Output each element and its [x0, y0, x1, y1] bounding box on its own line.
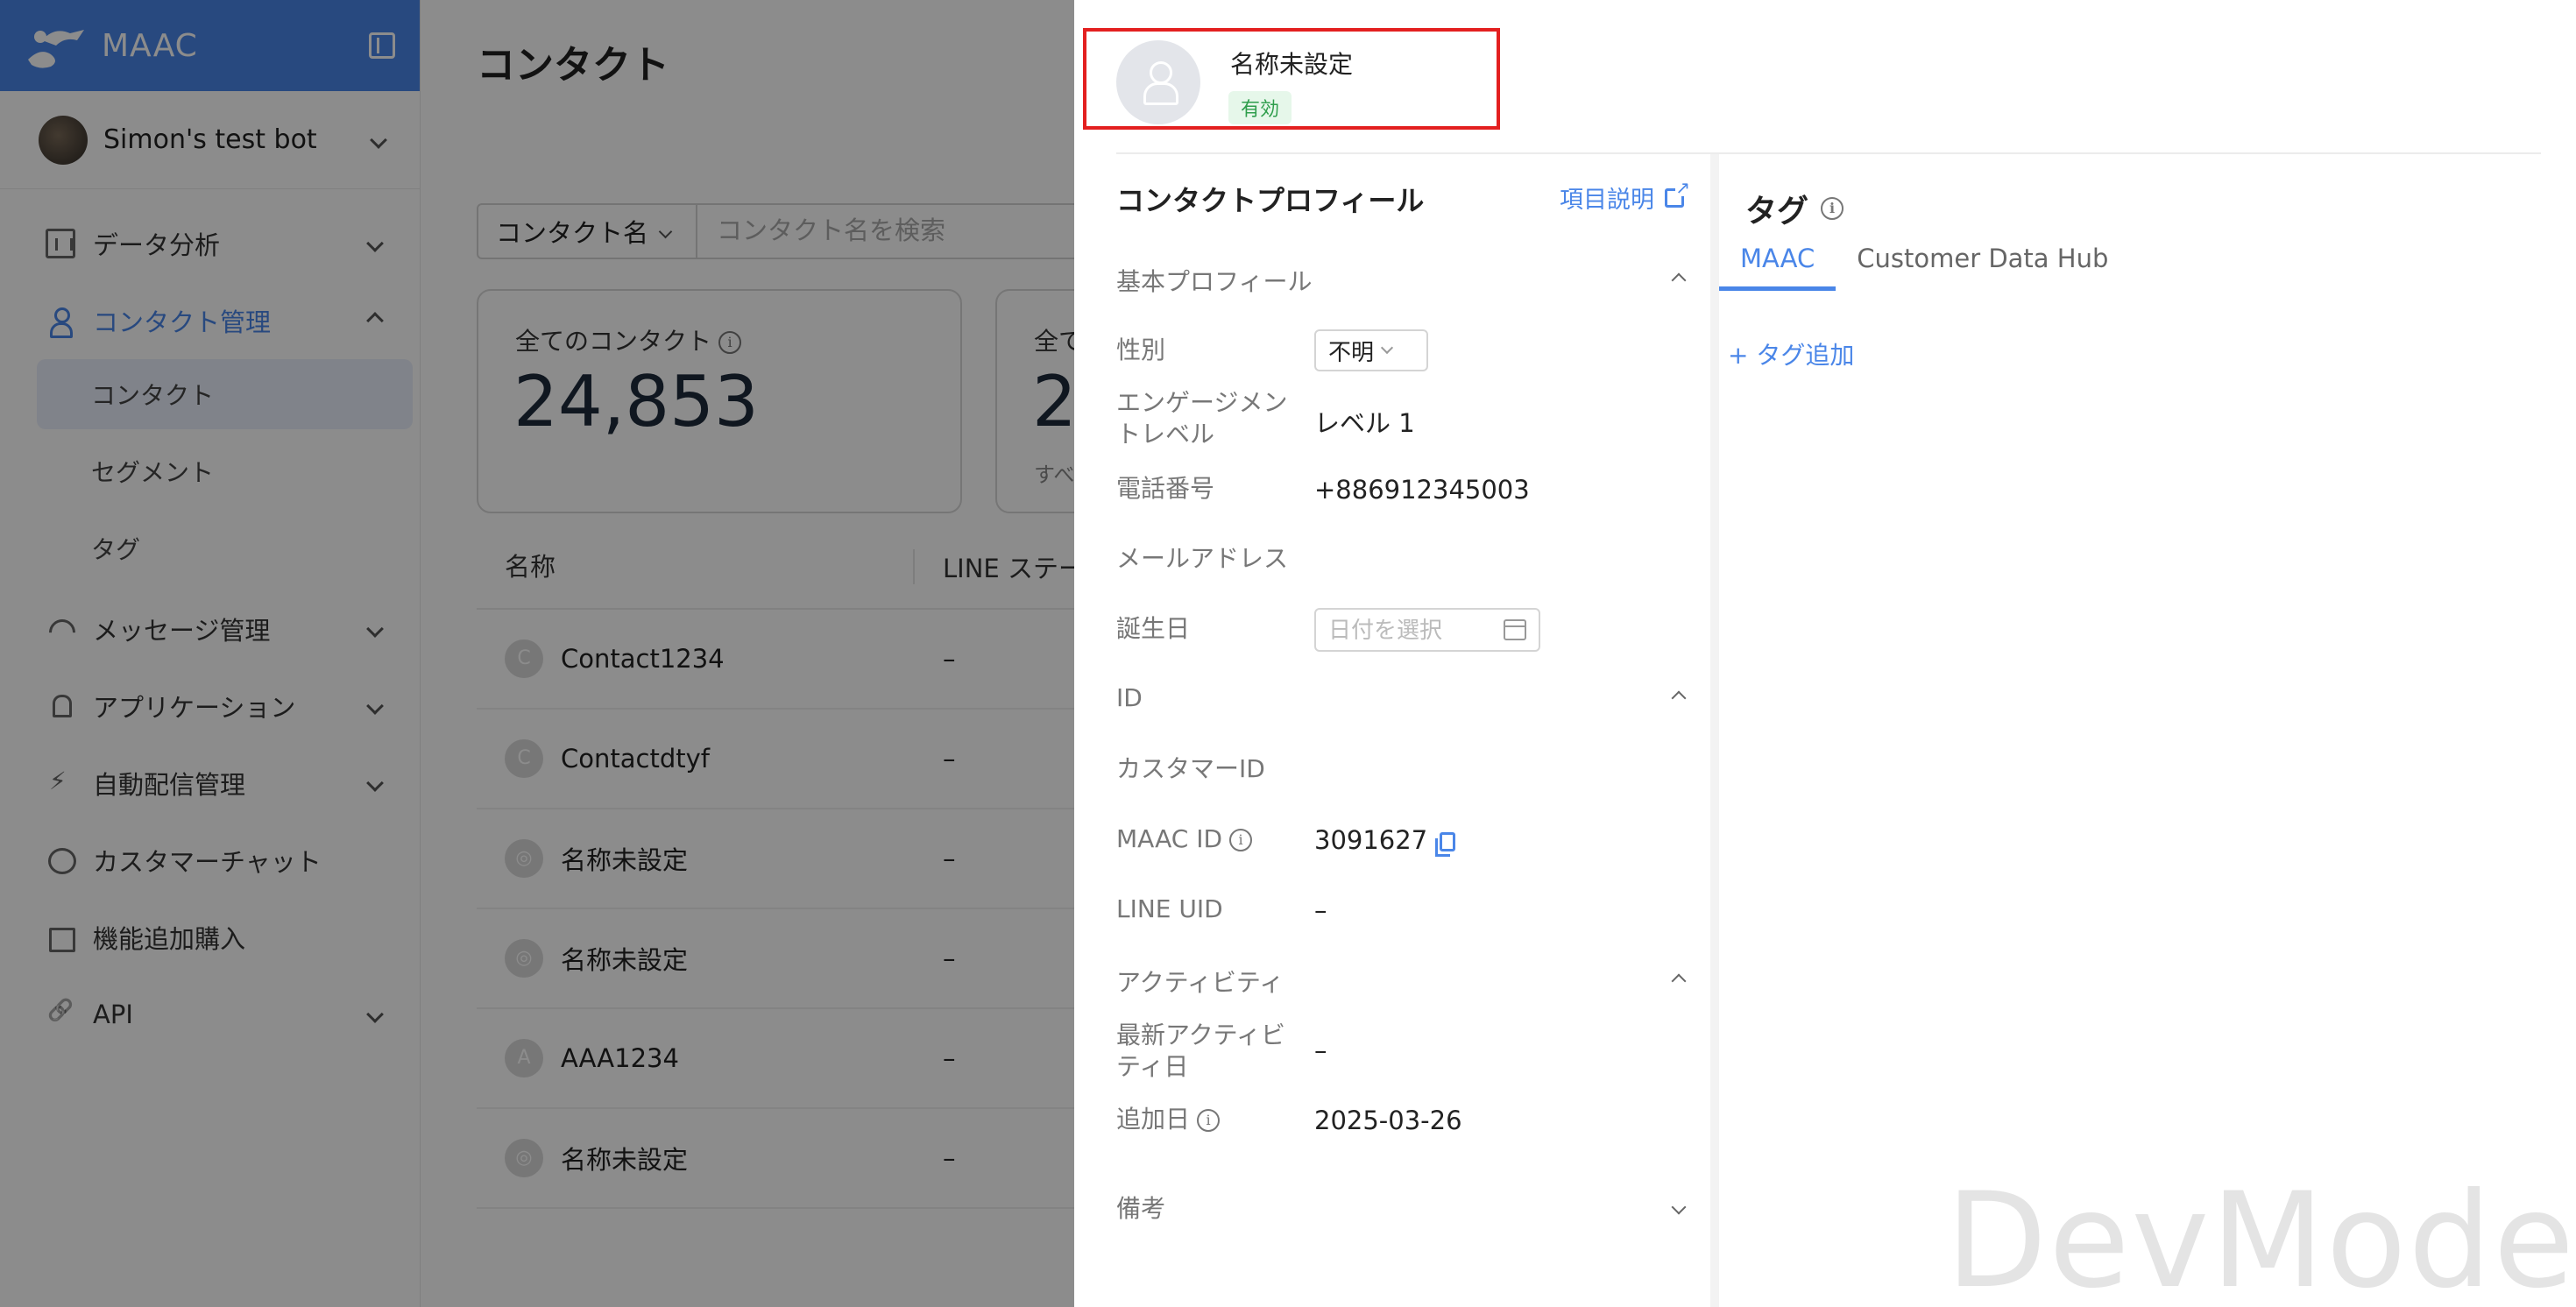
engagement-label: エンゲージメン トレベル [1116, 388, 1288, 449]
notes-section-header[interactable]: 備考 [1116, 1190, 1687, 1225]
external-link-icon [1665, 178, 1690, 208]
chevron-up-icon [1671, 690, 1687, 705]
line-uid-value: – [1314, 895, 1327, 925]
item-description-link[interactable]: 項目説明 [1560, 178, 1690, 215]
devmode-watermark: DevMode [1945, 1165, 2576, 1307]
maac-id-value: 3091627 [1314, 825, 1456, 857]
engagement-value: レベル 1 [1314, 408, 1415, 438]
phone-label: 電話番号 [1116, 474, 1215, 503]
info-icon: i [1821, 197, 1844, 220]
latest-activity-value: – [1314, 1035, 1327, 1065]
info-icon: i [1229, 829, 1253, 851]
line-uid-label: LINE UID [1116, 894, 1223, 923]
modal-overlay[interactable] [0, 0, 1074, 1307]
tags-title: タグ i [1745, 186, 1844, 231]
birthday-input[interactable] [1328, 616, 1504, 644]
chevron-up-icon [1671, 973, 1687, 989]
customer-id-label: カスタマーID [1116, 754, 1265, 783]
gender-select[interactable]: 不明 [1314, 329, 1428, 371]
tags-column: タグ i MAAC Customer Data Hub + タグ追加 [1719, 154, 2576, 1307]
id-section-header[interactable]: ID [1116, 683, 1687, 712]
basic-profile-header[interactable]: 基本プロフィール [1116, 263, 1687, 298]
contact-detail-drawer: 名称未設定 有効 コンタクトプロフィール 項目説明 基本プロフィール 性別 不明… [1074, 0, 2576, 1307]
added-date-value: 2025-03-26 [1314, 1106, 1462, 1135]
email-label: メールアドレス [1116, 544, 1289, 573]
chevron-down-icon [1380, 341, 1394, 355]
section-title: コンタクトプロフィール [1116, 184, 1425, 217]
added-date-label: 追加日 i [1116, 1104, 1221, 1135]
tab-customer-data-hub[interactable]: Customer Data Hub [1836, 235, 2129, 291]
tag-tabs: MAAC Customer Data Hub [1719, 235, 2129, 291]
maac-id-label: MAAC ID i [1116, 823, 1253, 855]
tab-maac[interactable]: MAAC [1719, 235, 1836, 291]
highlight-box [1083, 28, 1500, 130]
profile-column: コンタクトプロフィール 項目説明 基本プロフィール 性別 不明 エンゲージメント… [1116, 154, 1710, 1307]
birthday-label: 誕生日 [1116, 614, 1191, 643]
add-tag-button[interactable]: + タグ追加 [1728, 336, 1854, 371]
column-divider [1710, 154, 1719, 1307]
activity-section-header[interactable]: アクティビティ [1116, 964, 1687, 999]
copy-icon[interactable] [1435, 832, 1456, 857]
calendar-icon [1504, 619, 1526, 640]
latest-activity-label: 最新アクティビ ティ日 [1116, 1021, 1285, 1081]
birthday-date-picker[interactable] [1314, 608, 1540, 652]
info-icon: i [1197, 1109, 1221, 1132]
chevron-up-icon [1671, 272, 1687, 288]
chevron-down-icon [1671, 1199, 1687, 1215]
gender-label: 性別 [1116, 336, 1166, 364]
phone-value[interactable]: +886912345003 [1314, 475, 1530, 505]
